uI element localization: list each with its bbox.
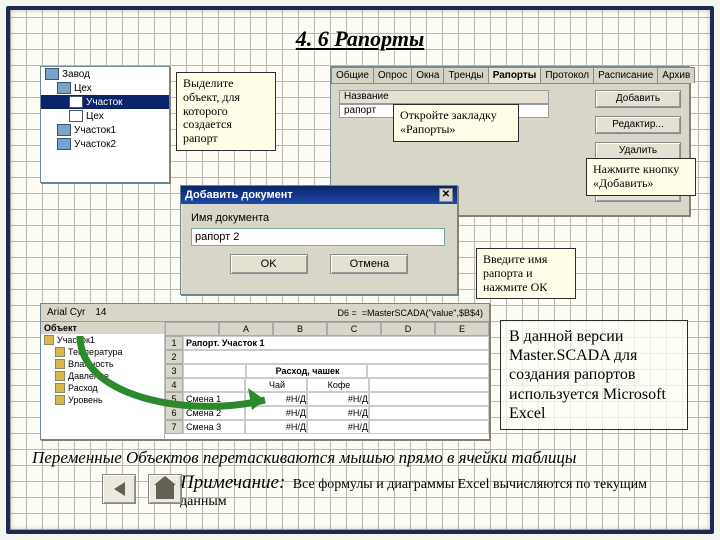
var-item[interactable]: Расход xyxy=(68,383,98,393)
tab-archive[interactable]: Архив xyxy=(657,67,695,83)
tree-item-selected[interactable]: Участок xyxy=(86,97,123,108)
add-document-dialog: Добавить документ ✕ Имя документа OK Отм… xyxy=(180,185,458,295)
dialog-title: Добавить документ xyxy=(185,189,293,201)
dialog-field-label: Имя документа xyxy=(181,204,457,226)
info-excel-note: В данной версии Master.SCADA для создани… xyxy=(500,320,688,430)
tab-protocol[interactable]: Протокол xyxy=(540,67,594,83)
callout-press-add: Нажмите кнопку «Добавить» xyxy=(586,158,696,196)
page-title: 4. 6 Рапорты xyxy=(28,26,692,52)
tab-reports[interactable]: Рапорты xyxy=(488,67,542,83)
reports-grid-header: Название xyxy=(339,90,549,104)
var-item[interactable]: Влажность xyxy=(68,359,114,369)
formula-bar[interactable]: =MasterSCADA("value",$B$4) xyxy=(362,308,483,318)
font-size[interactable]: 14 xyxy=(95,307,106,318)
excel-report-panel: Arial Cyr 14 D6 = =MasterSCADA("value",$… xyxy=(40,303,490,440)
edit-button[interactable]: Редактир... xyxy=(595,116,681,134)
footer-dragdrop-note: Переменные Объектов перетаскиваются мышь… xyxy=(32,448,688,468)
var-item[interactable]: Уровень xyxy=(68,395,103,405)
tree-item[interactable]: Участок2 xyxy=(74,139,116,150)
callout-open-tab: Откройте закладку «Рапорты» xyxy=(393,104,519,142)
page-frame: 4. 6 Рапорты Завод Цех Участок Цех Участ… xyxy=(6,6,714,534)
add-button[interactable]: Добавить xyxy=(595,90,681,108)
report-title-cell[interactable]: Рапорт. Участок 1 xyxy=(183,336,489,350)
cell-ref: D6 xyxy=(338,308,350,318)
tab-trends[interactable]: Тренды xyxy=(443,67,488,83)
callout-select-object: Выделите объект, для которого создается … xyxy=(176,72,276,151)
tree-item[interactable]: Цех xyxy=(86,111,104,122)
font-selector[interactable]: Arial Cyr xyxy=(47,307,85,318)
callout-enter-name: Введите имя рапорта и нажмите ОК xyxy=(476,248,576,299)
tab-bar: Общие Опрос Окна Тренды Рапорты Протокол… xyxy=(331,67,689,84)
arrow-left-icon xyxy=(114,482,125,496)
cancel-button[interactable]: Отмена xyxy=(330,254,408,274)
tab-windows[interactable]: Окна xyxy=(411,67,444,83)
tree-item[interactable]: Участок1 xyxy=(74,125,116,136)
tree-item[interactable]: Цех xyxy=(74,83,92,94)
spreadsheet[interactable]: A B C D E 1 Рапорт. Участок 1 2 3 Расход… xyxy=(165,322,489,439)
close-icon[interactable]: ✕ xyxy=(439,188,453,202)
tree-root: Завод xyxy=(62,69,90,80)
ok-button[interactable]: OK xyxy=(230,254,308,274)
var-item[interactable]: Температура xyxy=(68,347,123,357)
tab-schedule[interactable]: Расписание xyxy=(593,67,658,83)
footer-remark: Примечание: Все формулы и диаграммы Exce… xyxy=(180,472,678,510)
nav-home-button[interactable] xyxy=(148,474,182,504)
nav-back-button[interactable] xyxy=(102,474,136,504)
footer-lead: Примечание: xyxy=(180,472,285,493)
tab-poll[interactable]: Опрос xyxy=(373,67,412,83)
tab-general[interactable]: Общие xyxy=(331,67,374,83)
document-name-input[interactable] xyxy=(191,228,445,246)
home-icon xyxy=(156,485,174,499)
var-item[interactable]: Участок1 xyxy=(57,335,95,345)
variables-tree[interactable]: Объект Участок1 Температура Влажность Да… xyxy=(41,322,165,439)
object-tree[interactable]: Завод Цех Участок Цех Участок1 Участок2 xyxy=(40,66,170,183)
var-item[interactable]: Давление xyxy=(68,371,109,381)
